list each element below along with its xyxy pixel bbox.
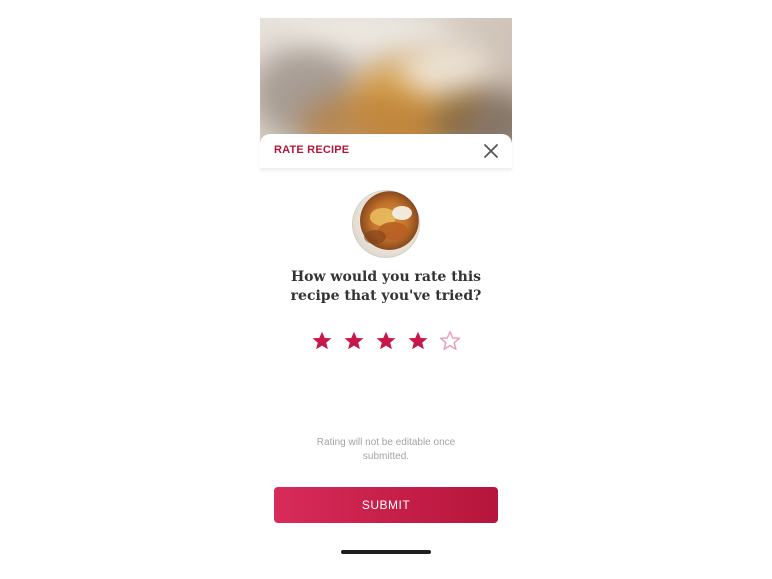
rate-recipe-screen: RATE RECIPE How would you rate this reci… xyxy=(260,18,512,563)
submit-button[interactable]: SUBMIT xyxy=(274,487,498,523)
close-icon xyxy=(484,144,498,158)
screen: RATE RECIPE How would you rate this reci… xyxy=(0,0,772,579)
thumbnail-cheese xyxy=(392,206,412,220)
recipe-hero-image xyxy=(260,18,512,150)
rating-note: Rating will not be editable once submitt… xyxy=(316,437,456,462)
sheet-header: RATE RECIPE xyxy=(260,134,512,169)
close-button[interactable] xyxy=(482,142,500,160)
star-rating xyxy=(260,330,512,352)
star-3[interactable] xyxy=(375,330,397,352)
rate-recipe-sheet: RATE RECIPE How would you rate this reci… xyxy=(260,134,512,563)
star-filled-icon xyxy=(312,331,332,350)
star-filled-icon xyxy=(376,331,396,350)
rating-question: How would you rate this recipe that you'… xyxy=(290,269,482,304)
star-1[interactable] xyxy=(311,330,333,352)
recipe-thumbnail xyxy=(352,190,420,258)
thumbnail-shadow xyxy=(364,230,386,244)
star-empty-icon xyxy=(439,331,461,351)
sheet-title: RATE RECIPE xyxy=(274,144,350,156)
star-2[interactable] xyxy=(343,330,365,352)
star-filled-icon xyxy=(344,331,364,350)
star-5[interactable] xyxy=(439,330,461,352)
home-indicator xyxy=(341,550,431,554)
star-filled-icon xyxy=(408,331,428,350)
star-4[interactable] xyxy=(407,330,429,352)
